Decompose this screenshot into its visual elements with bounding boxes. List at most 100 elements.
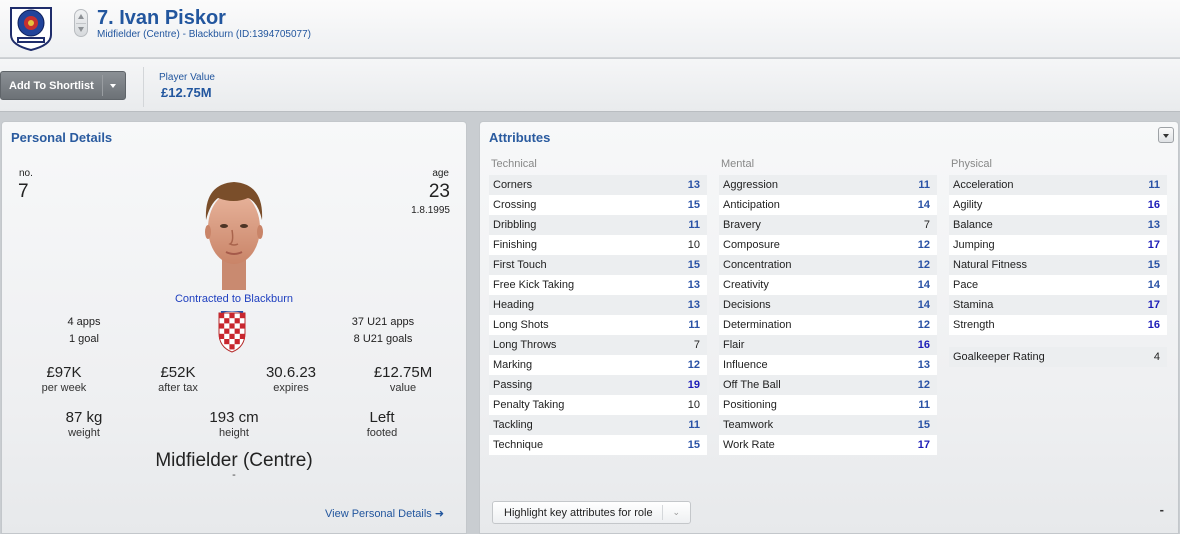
attribute-row[interactable]: Teamwork 15 bbox=[719, 415, 937, 435]
attribute-value: 17 bbox=[1147, 299, 1160, 311]
attribute-row[interactable]: Off The Ball 12 bbox=[719, 375, 937, 395]
attribute-name: Tackling bbox=[493, 419, 533, 431]
attribute-value: 10 bbox=[687, 239, 700, 251]
attribute-row[interactable]: Long Shots 11 bbox=[489, 315, 707, 335]
attribute-value: 14 bbox=[917, 299, 930, 311]
attribute-row[interactable]: First Touch 15 bbox=[489, 255, 707, 275]
u21-apps-count: 37 U21 apps bbox=[351, 316, 415, 328]
attribute-row[interactable]: Technique 15 bbox=[489, 435, 707, 455]
mental-list: Aggression 11 Anticipation 14 Bravery 7 Compos… bbox=[719, 175, 937, 455]
player-value-stat: £12.75M bbox=[373, 364, 433, 381]
panel-title: Personal Details bbox=[11, 130, 113, 145]
attribute-value: 11 bbox=[918, 399, 930, 411]
attribute-name: Dribbling bbox=[493, 219, 537, 231]
attribute-row[interactable]: Balance 13 bbox=[949, 215, 1167, 235]
croatia-flag-icon[interactable] bbox=[217, 309, 247, 353]
squad-number-label: no. bbox=[19, 168, 33, 179]
attribute-row[interactable]: Natural Fitness 15 bbox=[949, 255, 1167, 275]
attribute-value: 16 bbox=[917, 339, 930, 351]
club-crest-icon[interactable] bbox=[5, 5, 57, 52]
attribute-row[interactable]: Acceleration 11 bbox=[949, 175, 1167, 195]
attribute-value: 7 bbox=[693, 339, 700, 351]
attribute-name: First Touch bbox=[493, 259, 547, 271]
attribute-row[interactable]: Positioning 11 bbox=[719, 395, 937, 415]
attribute-row[interactable]: Determination 12 bbox=[719, 315, 937, 335]
attribute-name: Balance bbox=[953, 219, 993, 231]
attribute-name: Work Rate bbox=[723, 439, 775, 451]
attribute-row[interactable]: Agility 16 bbox=[949, 195, 1167, 215]
collapse-icon[interactable]: - bbox=[1160, 502, 1164, 517]
attribute-row[interactable]: Creativity 14 bbox=[719, 275, 937, 295]
attribute-row[interactable]: Concentration 12 bbox=[719, 255, 937, 275]
weight-label: weight bbox=[68, 427, 100, 439]
attribute-row[interactable]: Pace 14 bbox=[949, 275, 1167, 295]
attribute-value: 13 bbox=[687, 179, 700, 191]
attribute-row[interactable]: Strength 16 bbox=[949, 315, 1167, 335]
attribute-row[interactable]: Bravery 7 bbox=[719, 215, 937, 235]
view-personal-details-link[interactable]: View Personal Details ➜ bbox=[325, 507, 444, 520]
attribute-value: 13 bbox=[1147, 219, 1160, 231]
attribute-row[interactable]: Anticipation 14 bbox=[719, 195, 937, 215]
divider bbox=[76, 23, 86, 24]
attribute-value: 16 bbox=[1147, 319, 1160, 331]
attribute-name: Corners bbox=[493, 179, 533, 191]
contract-expires-label: expires bbox=[273, 382, 309, 394]
attribute-row[interactable]: Aggression 11 bbox=[719, 175, 937, 195]
chevron-down-icon[interactable] bbox=[1158, 127, 1174, 143]
attribute-value: 15 bbox=[1147, 259, 1160, 271]
attribute-row[interactable]: Marking 12 bbox=[489, 355, 707, 375]
footed-value: Left bbox=[369, 409, 395, 426]
attribute-value: 17 bbox=[917, 439, 930, 451]
attribute-row[interactable]: Crossing 15 bbox=[489, 195, 707, 215]
attribute-value: 13 bbox=[687, 299, 700, 311]
attribute-name: Agility bbox=[953, 199, 983, 211]
attribute-row[interactable]: Work Rate 17 bbox=[719, 435, 937, 455]
attribute-name: Technique bbox=[493, 439, 544, 451]
attribute-name: Concentration bbox=[723, 259, 792, 271]
attribute-row[interactable]: Tackling 11 bbox=[489, 415, 707, 435]
toolbar: Add To Shortlist Player Value £12.75M bbox=[0, 59, 1180, 112]
attribute-row[interactable]: Stamina 17 bbox=[949, 295, 1167, 315]
attribute-value: 4 bbox=[1153, 351, 1160, 363]
goalkeeper-rating-row[interactable]: Goalkeeper Rating 4 bbox=[949, 347, 1167, 367]
attribute-name: Strength bbox=[953, 319, 995, 331]
attribute-value: 11 bbox=[1148, 179, 1160, 191]
attribute-row[interactable]: Jumping 17 bbox=[949, 235, 1167, 255]
attribute-row[interactable]: Flair 16 bbox=[719, 335, 937, 355]
attribute-value: 15 bbox=[687, 439, 700, 451]
divider bbox=[143, 67, 144, 107]
attribute-row[interactable]: Penalty Taking 10 bbox=[489, 395, 707, 415]
attribute-row[interactable]: Composure 12 bbox=[719, 235, 937, 255]
attribute-row[interactable]: Heading 13 bbox=[489, 295, 707, 315]
squad-number-value: 7 bbox=[18, 181, 29, 202]
player-subtitle[interactable]: Midfielder (Centre) - Blackburn (ID:1394… bbox=[97, 29, 311, 40]
attribute-row[interactable]: Long Throws 7 bbox=[489, 335, 707, 355]
attribute-name: Passing bbox=[493, 379, 533, 391]
chevron-up-icon[interactable] bbox=[78, 14, 84, 19]
attribute-value: 14 bbox=[917, 199, 930, 211]
attribute-value: 14 bbox=[917, 279, 930, 291]
chevron-down-icon[interactable] bbox=[110, 84, 116, 88]
player-value-stat-label: value bbox=[389, 382, 417, 394]
attribute-row[interactable]: Finishing 10 bbox=[489, 235, 707, 255]
attribute-row[interactable]: Dribbling 11 bbox=[489, 215, 707, 235]
attribute-row[interactable]: Decisions 14 bbox=[719, 295, 937, 315]
physical-column: Physical Acceleration 11 Agility 16 Balance 1… bbox=[949, 158, 1167, 367]
attribute-value: 10 bbox=[687, 399, 700, 411]
add-to-shortlist-button[interactable]: Add To Shortlist bbox=[0, 71, 126, 100]
attribute-row[interactable]: Passing 19 bbox=[489, 375, 707, 395]
attribute-value: 19 bbox=[687, 379, 700, 391]
attribute-value: 12 bbox=[917, 259, 930, 271]
attribute-value: 15 bbox=[687, 199, 700, 211]
attribute-row[interactable]: Free Kick Taking 13 bbox=[489, 275, 707, 295]
attribute-row[interactable]: Influence 13 bbox=[719, 355, 937, 375]
highlight-role-select[interactable]: Highlight key attributes for role ⌄ bbox=[492, 501, 691, 524]
attribute-name: Finishing bbox=[493, 239, 538, 251]
prev-next-player-icon[interactable] bbox=[74, 9, 88, 37]
attribute-name: Marking bbox=[493, 359, 533, 371]
attribute-name: Flair bbox=[723, 339, 745, 351]
attribute-name: Penalty Taking bbox=[493, 399, 565, 411]
attribute-row[interactable]: Corners 13 bbox=[489, 175, 707, 195]
chevron-down-icon[interactable] bbox=[78, 27, 84, 32]
contract-link[interactable]: Contracted to Blackburn bbox=[112, 293, 356, 305]
